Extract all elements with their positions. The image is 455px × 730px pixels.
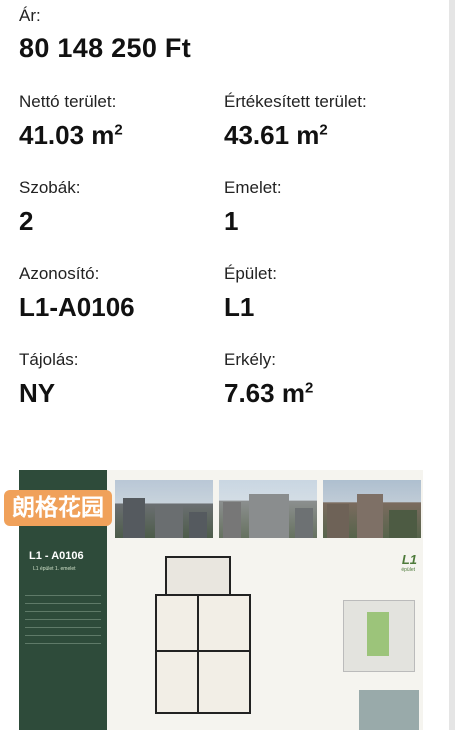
floor-field: Emelet: 1	[224, 178, 282, 237]
sold-area-value: 43.61 m2	[224, 120, 328, 150]
net-area-label: Nettó terület:	[19, 92, 117, 111]
building-photo	[115, 480, 213, 538]
net-area-field: Nettó terület: 41.03 m2	[19, 92, 123, 151]
detail-row: Tájolás: NY Erkély: 7.63 m2	[19, 350, 439, 436]
identifier-value: L1-A0106	[19, 292, 135, 322]
orientation-label: Tájolás:	[19, 350, 79, 369]
identifier-label: Azonosító:	[19, 264, 100, 283]
rooms-field: Szobák: 2	[19, 178, 80, 237]
building-value: L1	[224, 292, 255, 322]
brochure-building-floor: L1 épület 1. emelet	[33, 566, 76, 572]
floor-value: 1	[224, 206, 239, 236]
net-area-value: 41.03 m2	[19, 120, 123, 150]
building-photo	[219, 480, 317, 538]
building-label: Épület:	[224, 264, 277, 283]
sold-area-field: Értékesített terület: 43.61 m2	[224, 92, 367, 151]
balcony-field: Erkély: 7.63 m2	[224, 350, 313, 409]
building-field: Épület: L1	[224, 264, 277, 323]
site-plan-building-tag: L1	[401, 552, 417, 567]
watermark-badge: 朗格花园	[4, 490, 112, 526]
right-edge-border	[449, 0, 455, 730]
price-value: 80 148 250 Ft	[19, 33, 192, 63]
brochure-room-list	[25, 588, 101, 644]
site-plan-map	[323, 550, 423, 730]
balcony-value: 7.63 m2	[224, 378, 314, 408]
property-details-grid: Nettó terület: 41.03 m2 Értékesített ter…	[19, 92, 439, 436]
floor-label: Emelet:	[224, 178, 282, 197]
rooms-label: Szobák:	[19, 178, 81, 197]
brochure-apartment-id: L1 - A0106	[29, 550, 84, 562]
site-plan-building-sub: épület	[401, 567, 415, 573]
detail-row: Szobák: 2 Emelet: 1	[19, 178, 439, 264]
identifier-field: Azonosító: L1-A0106	[19, 264, 135, 323]
price-label: Ár:	[19, 6, 41, 25]
detail-row: Nettó terület: 41.03 m2 Értékesített ter…	[19, 92, 439, 178]
balcony-label: Erkély:	[224, 350, 276, 369]
rooms-value: 2	[19, 206, 34, 236]
orientation-field: Tájolás: NY	[19, 350, 79, 409]
orientation-value: NY	[19, 378, 56, 408]
apartment-floor-plan	[155, 550, 251, 730]
sold-area-label: Értékesített terület:	[224, 92, 367, 111]
detail-row: Azonosító: L1-A0106 Épület: L1	[19, 264, 439, 350]
building-photo	[323, 480, 421, 538]
